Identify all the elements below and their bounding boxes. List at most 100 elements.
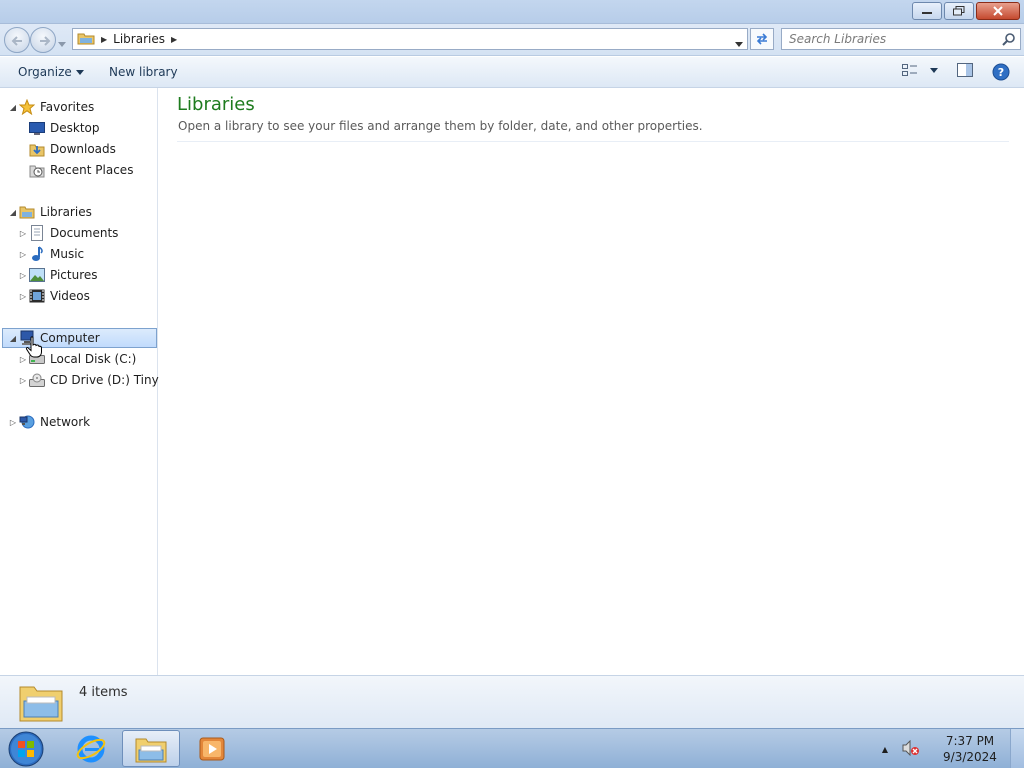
desktop-icon [28,120,46,136]
clock-date: 9/3/2024 [943,750,997,764]
nav-item-desktop[interactable]: Desktop [28,118,100,138]
item-count: 4 items [79,685,128,700]
nav-item-label: Downloads [50,142,116,156]
help-icon: ? [992,63,1010,81]
media-player-icon [199,737,225,760]
details-pane: 4 items [0,675,1024,728]
collapse-arrow-icon[interactable]: ◢ [8,334,18,343]
nav-item-music[interactable]: ▷ Music [18,244,84,264]
recent-places-icon [28,162,46,178]
expand-arrow-icon[interactable]: ▷ [8,418,18,427]
forward-arrow-icon [40,36,51,46]
show-hidden-icons-arrow-icon[interactable]: ▲ [882,745,888,754]
nav-item-downloads[interactable]: Downloads [28,139,116,159]
preview-pane-button[interactable] [957,63,973,77]
page-title: Libraries [177,94,255,115]
navigation-pane: ◢ Favorites Desktop Downloads Recent Pla… [0,88,175,675]
music-note-icon [28,246,46,262]
search-input[interactable] [782,29,992,49]
recent-pages-dropdown[interactable] [58,36,66,50]
back-button[interactable] [4,27,30,53]
breadcrumb-libraries[interactable]: Libraries [113,32,165,46]
forward-button[interactable] [30,27,56,53]
nav-item-label: CD Drive (D:) Tiny7 › [50,373,175,387]
expand-arrow-icon[interactable]: ▷ [18,271,28,280]
nav-item-videos[interactable]: ▷ Videos [18,286,90,306]
preview-pane-icon [957,63,973,77]
internet-explorer-icon [76,735,106,762]
expand-arrow-icon[interactable]: ▷ [18,229,28,238]
close-button[interactable] [976,2,1020,20]
minimize-button[interactable] [912,2,942,20]
chevron-down-icon [58,42,66,47]
clock[interactable]: 7:37 PM 9/3/2024 [930,733,1010,765]
window-controls [912,2,1020,20]
breadcrumb-separator-icon[interactable]: ▶ [171,35,177,44]
network-icon [18,414,36,430]
refresh-button[interactable] [750,28,774,50]
libraries-folder-icon [18,204,36,220]
explorer-folder-icon [135,738,167,762]
address-bar-row: ▶ Libraries ▶ [0,24,1024,56]
page-subtitle: Open a library to see your files and arr… [178,119,703,133]
search-box[interactable] [781,28,1021,50]
nav-network[interactable]: ▷ Network [8,412,90,432]
address-box[interactable]: ▶ Libraries ▶ [72,28,748,50]
nav-libraries-label: Libraries [40,205,92,219]
nav-item-label: Local Disk (C:) [50,352,137,366]
chevron-down-icon [75,69,84,75]
clock-time: 7:37 PM [945,734,995,748]
title-bar [0,0,1024,24]
nav-item-pictures[interactable]: ▷ Pictures [18,265,98,285]
nav-item-label: Desktop [50,121,100,135]
nav-libraries[interactable]: ◢ Libraries [8,202,92,222]
expand-arrow-icon[interactable]: ▷ [18,292,28,301]
refresh-icon [756,33,768,45]
show-desktop-button[interactable] [1010,729,1024,768]
expand-arrow-icon[interactable]: ▷ [18,376,28,385]
divider [177,141,1009,142]
organize-button[interactable]: Organize [18,65,84,79]
search-icon[interactable] [1002,32,1016,49]
speaker-muted-icon[interactable] [902,739,920,759]
command-bar: Organize New library ? [0,57,1024,88]
system-tray: ▲ 7:37 PM 9/3/2024 [882,729,1024,768]
restore-icon [953,6,965,16]
address-dropdown[interactable] [735,36,743,50]
windows-logo-icon [8,731,44,767]
new-library-label: New library [109,65,178,79]
nav-item-documents[interactable]: ▷ Documents [18,223,118,243]
nav-network-label: Network [40,415,91,429]
libraries-large-icon [18,679,64,726]
collapse-arrow-icon[interactable]: ◢ [8,208,18,217]
nav-item-label: Documents [50,226,119,240]
change-view-button[interactable] [902,63,938,77]
start-button[interactable] [6,731,48,767]
expand-arrow-icon[interactable]: ▷ [18,250,28,259]
breadcrumb-separator-icon[interactable]: ▶ [101,35,107,44]
nav-item-cd-drive[interactable]: ▷ CD Drive (D:) Tiny7 › [18,370,175,390]
content-area: Libraries Open a library to see your fil… [159,88,1024,675]
minimize-icon [922,12,932,14]
star-icon [18,99,36,115]
close-icon [993,6,1003,16]
pictures-icon [28,267,46,283]
nav-favorites-label: Favorites [40,100,95,114]
taskbar: ▲ 7:37 PM 9/3/2024 [0,728,1024,768]
documents-icon [28,225,46,241]
nav-computer-label: Computer [40,331,100,345]
taskbar-internet-explorer[interactable] [62,730,120,767]
restore-button[interactable] [944,2,974,20]
new-library-button[interactable]: New library [109,65,178,79]
nav-item-recent-places[interactable]: Recent Places [28,160,133,180]
collapse-arrow-icon[interactable]: ◢ [8,103,18,112]
taskbar-windows-explorer[interactable] [122,730,180,767]
nav-item-label: Music [50,247,85,261]
taskbar-media-player[interactable] [183,730,241,767]
chevron-down-icon [735,42,743,47]
nav-favorites[interactable]: ◢ Favorites [8,97,94,117]
help-button[interactable]: ? [992,63,1010,81]
view-options-icon [902,64,917,76]
nav-item-label: Pictures [50,268,98,282]
nav-item-label: Videos [50,289,90,303]
